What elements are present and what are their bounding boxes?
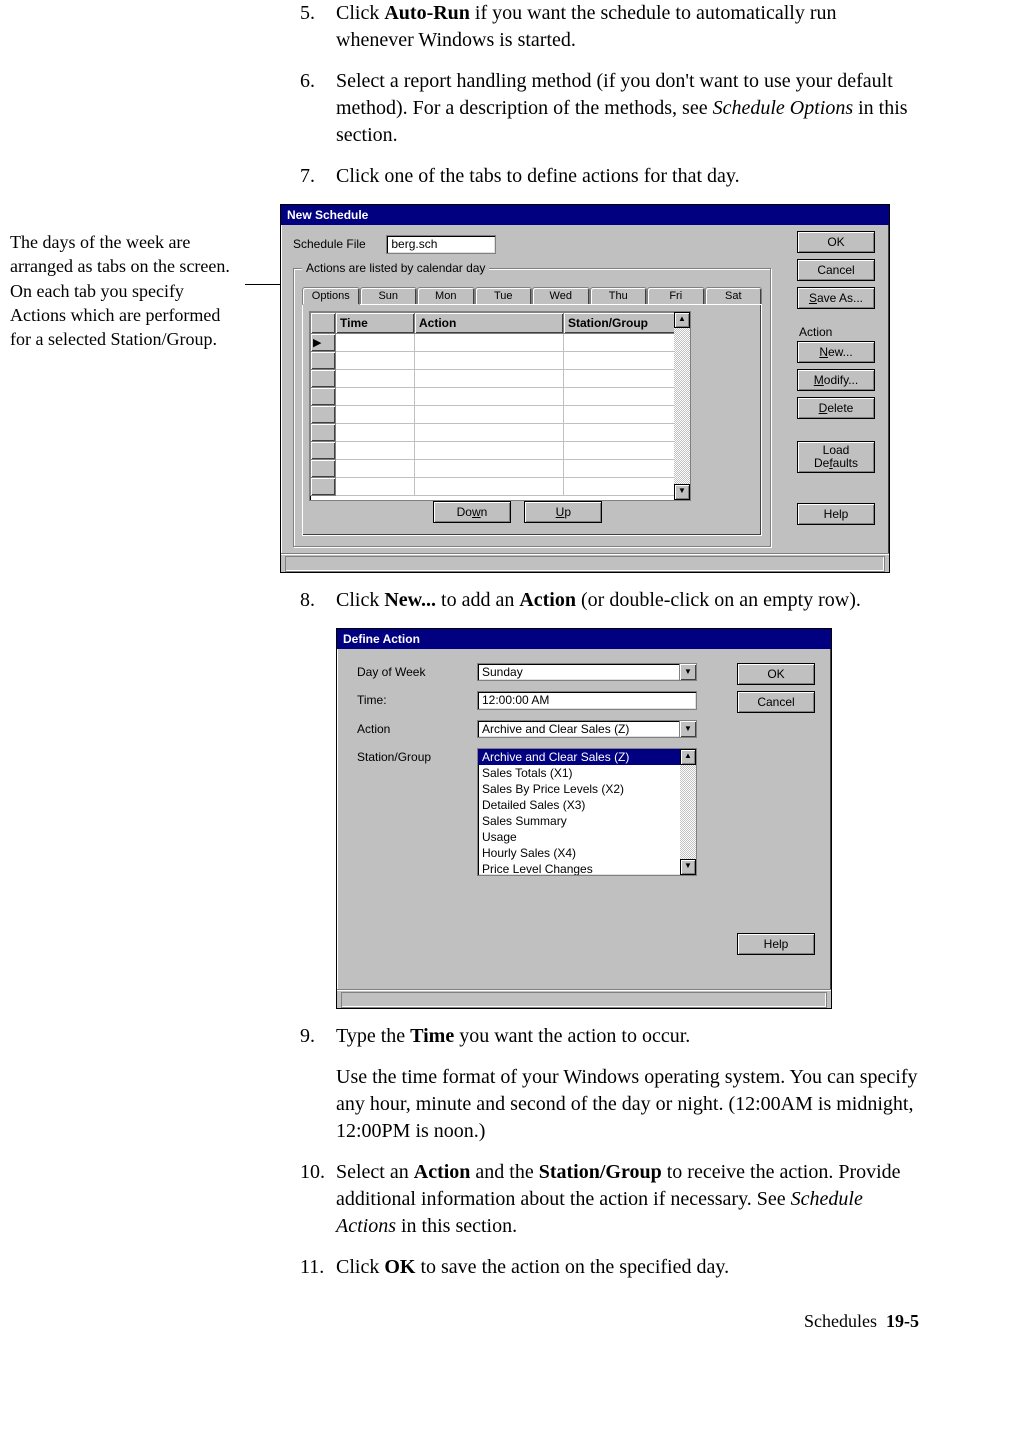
step-11-text: Click OK to save the action on the speci… [336, 1254, 919, 1281]
cancel-button[interactable]: Cancel [737, 691, 815, 713]
step-8-text: Click New... to add an Action (or double… [336, 587, 919, 614]
station-label: Station/Group [357, 748, 477, 764]
list-item[interactable]: Price Level Changes [478, 861, 680, 876]
margin-annotation: The days of the week are arranged as tab… [10, 230, 240, 351]
tab-options[interactable]: Options [302, 287, 360, 305]
day-combo[interactable]: Sunday ▼ [477, 663, 697, 681]
day-tabs: Options Sun Mon Tue Wed Thu Fri Sat [302, 287, 762, 304]
step-11-number: 11. [300, 1254, 336, 1281]
page-footer: Schedules 19-5 [0, 1311, 919, 1332]
step-7-number: 7. [300, 163, 336, 190]
action-section-label: Action [799, 325, 877, 339]
step-8-number: 8. [300, 587, 336, 614]
step-5-text: Click Auto-Run if you want the schedule … [336, 0, 919, 54]
list-item[interactable]: Usage [478, 829, 680, 845]
list-item[interactable]: Archive and Clear Sales (Z) [478, 749, 680, 765]
chevron-down-icon[interactable]: ▼ [679, 664, 696, 680]
scroll-up-icon[interactable]: ▲ [674, 312, 690, 328]
tab-fri[interactable]: Fri [647, 287, 705, 304]
chevron-down-icon[interactable]: ▼ [679, 721, 696, 737]
step-6-number: 6. [300, 68, 336, 149]
scroll-down-icon[interactable]: ▼ [680, 859, 696, 875]
up-button[interactable]: Up [524, 501, 602, 523]
time-label: Time: [357, 691, 477, 707]
scroll-down-icon[interactable]: ▼ [674, 484, 690, 500]
tab-tue[interactable]: Tue [475, 287, 533, 304]
ok-button[interactable]: OK [737, 663, 815, 685]
status-bar [281, 553, 889, 572]
help-button[interactable]: Help [797, 503, 875, 525]
list-item[interactable]: Hourly Sales (X4) [478, 845, 680, 861]
step-9-para: Use the time format of your Windows oper… [336, 1064, 919, 1145]
delete-button[interactable]: Delete [797, 397, 875, 419]
action-label: Action [357, 720, 477, 736]
row-pointer-icon: ▶ [313, 336, 321, 349]
tab-wed[interactable]: Wed [532, 287, 590, 304]
down-button[interactable]: Down [433, 501, 511, 523]
step-10-number: 10. [300, 1159, 336, 1240]
new-schedule-dialog: New Schedule Schedule File berg.sch Acti… [280, 204, 890, 573]
station-listbox[interactable]: Archive and Clear Sales (Z) Sales Totals… [477, 748, 697, 876]
ok-button[interactable]: OK [797, 231, 875, 253]
groupbox-legend: Actions are listed by calendar day [302, 261, 489, 275]
schedule-file-field[interactable]: berg.sch [386, 235, 496, 254]
tab-thu[interactable]: Thu [590, 287, 648, 304]
load-defaults-button[interactable]: LoadDefaults [797, 441, 875, 473]
grid-corner [311, 313, 336, 334]
step-5-number: 5. [300, 0, 336, 54]
tab-sat[interactable]: Sat [705, 287, 763, 304]
list-item[interactable]: Sales Summary [478, 813, 680, 829]
step-6-text: Select a report handling method (if you … [336, 68, 919, 149]
define-action-dialog: Define Action Day of Week Sunday ▼ Time:… [336, 628, 832, 1009]
dialog-title: New Schedule [281, 205, 889, 225]
list-item[interactable]: Sales By Price Levels (X2) [478, 781, 680, 797]
list-item[interactable]: Sales Totals (X1) [478, 765, 680, 781]
cancel-button[interactable]: Cancel [797, 259, 875, 281]
day-label: Day of Week [357, 663, 477, 679]
modify-button[interactable]: Modify... [797, 369, 875, 391]
list-item[interactable]: Detailed Sales (X3) [478, 797, 680, 813]
step-7-text: Click one of the tabs to define actions … [336, 163, 919, 190]
actions-grid[interactable]: Time Action Station/Group [309, 311, 691, 501]
tab-panel: Time Action Station/Group [302, 304, 762, 536]
scroll-up-icon[interactable]: ▲ [680, 749, 696, 765]
col-action[interactable]: Action [415, 313, 564, 334]
tab-sun[interactable]: Sun [360, 287, 418, 304]
step-10-text: Select an Action and the Station/Group t… [336, 1159, 919, 1240]
new-button[interactable]: New... [797, 341, 875, 363]
listbox-scrollbar[interactable]: ▲ ▼ [680, 749, 696, 875]
help-button[interactable]: Help [737, 933, 815, 955]
time-field[interactable]: 12:00:00 AM [477, 691, 697, 710]
schedule-file-label: Schedule File [293, 237, 383, 251]
grid-scrollbar[interactable]: ▲ ▼ [674, 312, 690, 500]
calendar-groupbox: Actions are listed by calendar day Optio… [293, 268, 771, 547]
status-bar [337, 989, 831, 1008]
leader-line [245, 284, 280, 285]
tab-mon[interactable]: Mon [417, 287, 475, 304]
dialog-title: Define Action [337, 629, 831, 649]
save-as-button[interactable]: Save As... [797, 287, 875, 309]
step-9-number: 9. [300, 1023, 336, 1050]
col-station[interactable]: Station/Group [564, 313, 690, 334]
action-combo[interactable]: Archive and Clear Sales (Z) ▼ [477, 720, 697, 738]
col-time[interactable]: Time [336, 313, 415, 334]
schedule-file-row: Schedule File berg.sch [293, 235, 877, 254]
step-9-text: Type the Time you want the action to occ… [336, 1023, 919, 1050]
